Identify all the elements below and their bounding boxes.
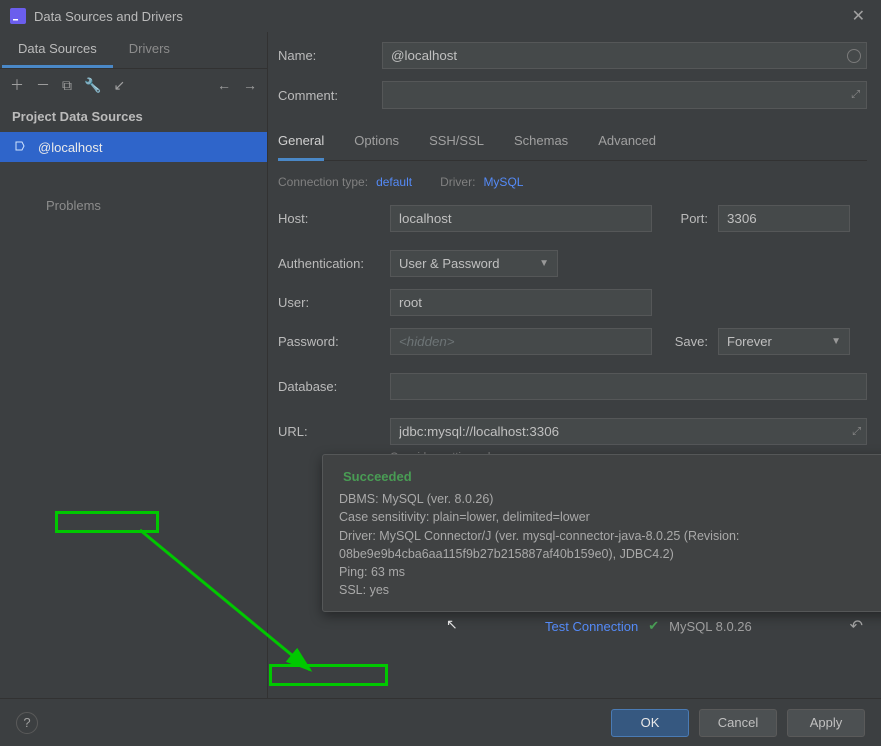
reset-icon[interactable]: ↙ [113,77,125,94]
save-value: Forever [727,334,772,349]
host-input[interactable] [390,205,652,232]
comment-input[interactable]: ⤢ [382,81,867,109]
subtab-schemas[interactable]: Schemas [514,127,568,160]
status-succeeded: Succeeded [339,467,416,486]
url-label: URL: [278,424,390,439]
remove-icon[interactable]: － [36,75,50,95]
check-icon: ✔ [648,618,659,634]
comment-label: Comment: [278,88,382,103]
section-header: Project Data Sources [0,101,267,132]
window-title: Data Sources and Drivers [34,9,846,24]
sidebar-tabs: Data Sources Drivers [0,32,267,69]
help-button[interactable]: ? [16,712,38,734]
name-label: Name: [278,48,382,63]
close-icon[interactable]: ✕ [846,4,871,28]
user-label: User: [278,295,390,310]
subtab-options[interactable]: Options [354,127,399,160]
subtab-advanced[interactable]: Advanced [598,127,656,160]
port-label: Port: [652,211,708,226]
color-ring-icon[interactable] [847,49,861,63]
expand-icon[interactable]: ⤢ [852,425,861,438]
datasource-item[interactable]: @localhost [0,132,267,162]
undo-icon[interactable]: ↶ [850,616,863,636]
tab-drivers[interactable]: Drivers [113,32,186,68]
port-input[interactable] [718,205,850,232]
case-line: Case sensitivity: plain=lower, delimited… [339,508,881,526]
auth-select[interactable]: User & Password ▼ [390,250,558,277]
ok-button[interactable]: OK [611,709,689,737]
conn-type-link[interactable]: default [376,175,412,189]
tab-data-sources[interactable]: Data Sources [2,32,113,68]
copy-icon[interactable]: ⧉ [62,77,72,94]
ping-line: Ping: 63 ms [339,563,881,581]
back-icon[interactable]: ← [217,77,231,93]
datasource-icon [14,139,30,155]
host-label: Host: [278,211,390,226]
password-label: Password: [278,334,390,349]
user-input[interactable] [390,289,652,316]
ssl-line: SSL: yes [339,581,881,599]
subtab-general[interactable]: General [278,127,324,161]
expand-icon[interactable]: ⤢ [851,89,860,102]
driver-line1: Driver: MySQL Connector/J (ver. mysql-co… [339,527,881,545]
driver-label: Driver: [440,175,475,189]
name-input[interactable] [382,42,867,69]
database-label: Database: [278,379,390,394]
subtab-sshssl[interactable]: SSH/SSL [429,127,484,160]
chevron-down-icon: ▼ [539,258,549,269]
driver-link[interactable]: MySQL [483,175,523,189]
save-label: Save: [652,334,708,349]
forward-icon[interactable]: → [243,77,257,93]
driver-line2: 08be9e9b4cba6aa115f9b27b215887af40b159e0… [339,545,881,563]
wrench-icon[interactable]: 🔧 [84,77,101,94]
auth-label: Authentication: [278,256,390,271]
apply-button[interactable]: Apply [787,709,865,737]
connection-result-popup: Copy Succeeded DBMS: MySQL (ver. 8.0.26)… [322,454,881,612]
dbms-line: DBMS: MySQL (ver. 8.0.26) [339,490,881,508]
test-connection-link[interactable]: Test Connection [545,619,638,634]
conn-type-label: Connection type: [278,175,368,189]
cancel-button[interactable]: Cancel [699,709,777,737]
save-select[interactable]: Forever ▼ [718,328,850,355]
database-input[interactable] [390,373,867,400]
sidebar-item-problems[interactable]: Problems [0,190,267,221]
datasource-label: @localhost [38,140,103,155]
db-version: MySQL 8.0.26 [669,619,752,634]
url-input[interactable] [390,418,867,445]
password-input[interactable] [390,328,652,355]
chevron-down-icon: ▼ [831,336,841,347]
auth-value: User & Password [399,256,499,271]
add-icon[interactable]: ＋ [10,75,24,95]
app-icon [10,8,26,24]
